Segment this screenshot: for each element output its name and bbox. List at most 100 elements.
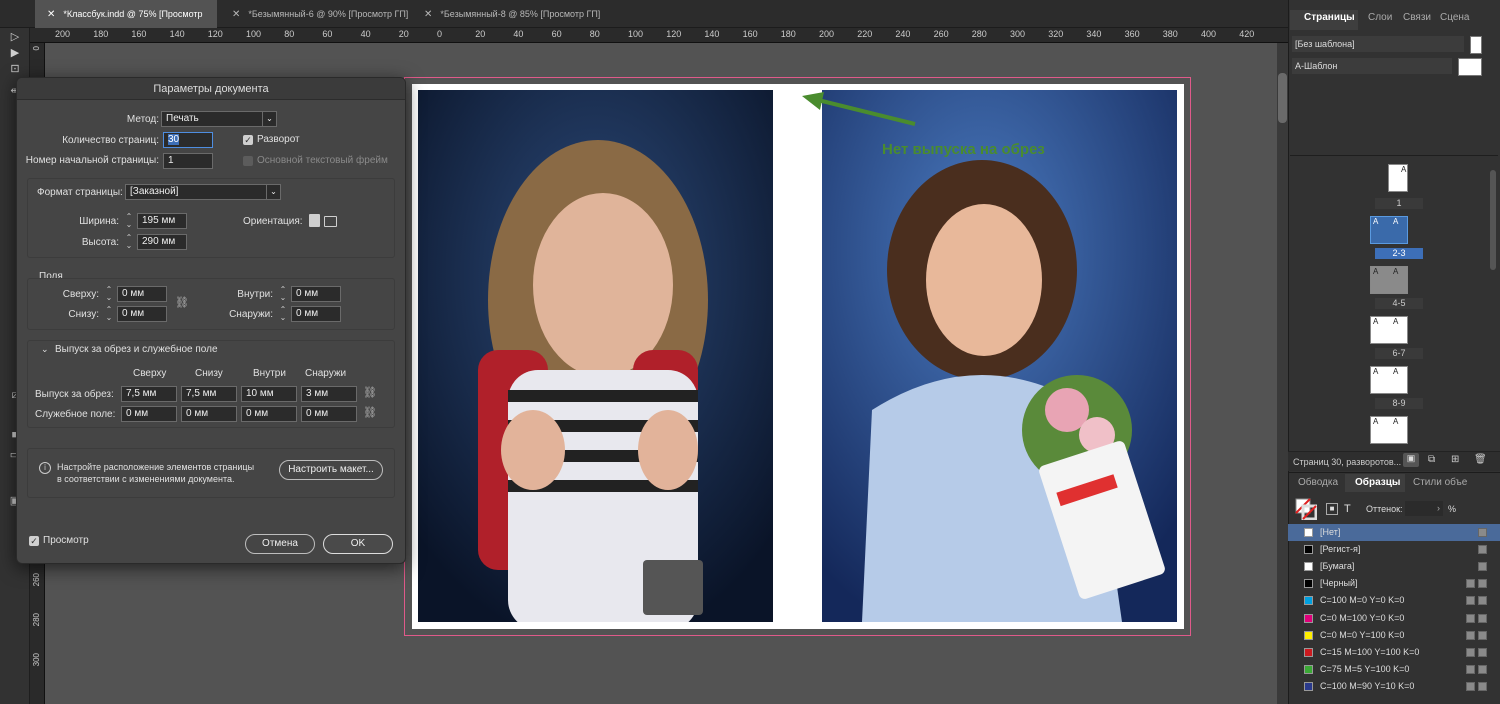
- height-input[interactable]: 290 мм: [137, 234, 187, 250]
- margin-inside-stepper[interactable]: ⌃ ⌄: [277, 286, 289, 302]
- tab-stage[interactable]: Сцена: [1440, 12, 1469, 23]
- horizontal-ruler[interactable]: 200 180 160 140 120 100 80 60 40 20 0 20 40 60 80 100 12…: [30, 28, 1288, 43]
- page-thumb-6-7[interactable]: AA: [1370, 316, 1408, 344]
- swatch-row[interactable]: [Черный]: [1288, 575, 1500, 592]
- page-size-dropdown[interactable]: [Заказной] ⌄: [125, 184, 281, 200]
- tab-stroke[interactable]: Обводка: [1298, 477, 1338, 488]
- scroll-thumb[interactable]: [1278, 73, 1287, 123]
- tab-label: *Безымянный-6 @ 90% [Просмотр ГП]: [248, 9, 409, 19]
- edit-page-size-icon[interactable]: ⧉: [1428, 454, 1435, 465]
- slug-bottom-input[interactable]: 0 мм: [181, 406, 237, 422]
- cancel-button[interactable]: Отмена: [245, 534, 315, 554]
- link-slug-icon[interactable]: ⛓: [363, 406, 377, 419]
- margin-outside-input[interactable]: 0 мм: [291, 306, 341, 322]
- page-label-6-7: 6-7: [1375, 348, 1423, 359]
- start-page-input[interactable]: 1: [163, 153, 213, 169]
- swatch-row[interactable]: C=100 M=90 Y=10 K=0: [1288, 678, 1500, 695]
- bleed-guide: [404, 77, 1191, 636]
- container-icon[interactable]: ■: [1326, 503, 1338, 515]
- landscape-icon[interactable]: [324, 216, 337, 227]
- margin-bottom-stepper[interactable]: ⌃ ⌄: [103, 306, 115, 322]
- vertical-scrollbar[interactable]: [1277, 43, 1288, 704]
- master-none[interactable]: [Без шаблона]: [1292, 36, 1464, 52]
- swatch-row[interactable]: C=0 M=0 Y=100 K=0: [1288, 627, 1500, 644]
- width-input[interactable]: 195 мм: [137, 213, 187, 229]
- bleed-top-input[interactable]: 7,5 мм: [121, 386, 177, 402]
- bleed-outside-input[interactable]: 3 мм: [301, 386, 357, 402]
- swatch-row[interactable]: C=75 M=5 Y=100 K=0: [1288, 661, 1500, 678]
- pages-count-input[interactable]: 30: [163, 132, 213, 148]
- preview-checkbox[interactable]: ✓: [29, 536, 39, 546]
- page-size-value: [Заказной]: [130, 186, 179, 197]
- selection-tool-icon[interactable]: ▷: [8, 30, 22, 44]
- ok-button[interactable]: OK: [323, 534, 393, 554]
- method-dropdown[interactable]: Печать ⌄: [161, 111, 277, 127]
- slug-outside-input[interactable]: 0 мм: [301, 406, 357, 422]
- page-thumb-10-11[interactable]: AA: [1370, 416, 1408, 444]
- page-thumb-1[interactable]: A: [1388, 164, 1408, 192]
- tab-untitled-6[interactable]: ✕ *Безымянный-6 @ 90% [Просмотр ГП]: [220, 0, 410, 28]
- trash-icon[interactable]: 🗑: [1474, 454, 1487, 465]
- tab-object-styles[interactable]: Стили объе: [1413, 477, 1467, 488]
- text-icon[interactable]: T: [1344, 503, 1351, 515]
- ruler-tick-label: 260: [933, 29, 949, 39]
- color-mode-icon: [1466, 579, 1475, 589]
- tint-input[interactable]: ›: [1405, 501, 1443, 516]
- width-stepper[interactable]: ⌃ ⌄: [123, 213, 135, 229]
- margin-top-input[interactable]: 0 мм: [117, 286, 167, 302]
- direct-selection-tool-icon[interactable]: ▶: [8, 46, 22, 60]
- chevron-down-icon[interactable]: ⌄: [41, 344, 49, 355]
- ruler-tick-label: 380: [1162, 29, 1178, 39]
- close-icon[interactable]: ✕: [424, 9, 432, 20]
- pages-scrollbar[interactable]: [1490, 170, 1496, 270]
- margin-inside-input[interactable]: 0 мм: [291, 286, 341, 302]
- margin-outside-stepper[interactable]: ⌃ ⌄: [277, 306, 289, 322]
- bleed-inside-input[interactable]: 10 мм: [241, 386, 297, 402]
- tab-klassbuk[interactable]: ✕*Классбук.indd @ 75% [Просмотр ГП]: [35, 0, 217, 48]
- portrait-icon[interactable]: [309, 214, 320, 227]
- ruler-tick-label: 140: [169, 29, 185, 39]
- link-bleed-icon[interactable]: ⛓: [363, 386, 377, 399]
- margin-bottom-input[interactable]: 0 мм: [117, 306, 167, 322]
- tab-links[interactable]: Связи: [1403, 12, 1431, 23]
- slug-top-input[interactable]: 0 мм: [121, 406, 177, 422]
- tab-swatches[interactable]: Образцы: [1355, 477, 1400, 488]
- adjust-layout-button[interactable]: Настроить макет...: [279, 460, 383, 480]
- tab-layers[interactable]: Слои: [1368, 12, 1392, 23]
- master-a-thumb[interactable]: [1458, 58, 1482, 76]
- new-page-icon[interactable]: ⊞: [1451, 454, 1459, 465]
- primary-frame-checkbox[interactable]: [243, 156, 253, 166]
- ruler-tick-label: 300: [32, 653, 41, 667]
- link-margins-icon[interactable]: ⛓: [175, 296, 189, 309]
- fill-stroke-swatch-icon[interactable]: [1295, 498, 1318, 521]
- page-thumb-4-5[interactable]: AA: [1370, 266, 1408, 294]
- master-a[interactable]: А-Шаблон: [1292, 58, 1452, 74]
- page-thumb-2-3[interactable]: AA: [1370, 216, 1408, 244]
- height-stepper[interactable]: ⌃ ⌄: [123, 234, 135, 250]
- close-icon[interactable]: ✕: [47, 9, 55, 20]
- margin-top-stepper[interactable]: ⌃ ⌄: [103, 286, 115, 302]
- swatch-row[interactable]: [Регист-я]: [1288, 541, 1500, 558]
- method-value: Печать: [166, 113, 199, 124]
- ruler-tick-label: 40: [513, 29, 524, 39]
- pages-count-value: 30: [168, 134, 180, 145]
- info-text-line1: Настройте расположение элементов страниц…: [57, 462, 255, 472]
- swatch-row[interactable]: [Нет]: [1288, 524, 1500, 541]
- page-size-icon[interactable]: ▣: [1403, 453, 1419, 467]
- tab-pages[interactable]: Страницы: [1304, 12, 1355, 23]
- page-tool-icon[interactable]: ⊡: [8, 62, 22, 76]
- master-none-thumb[interactable]: [1470, 36, 1482, 54]
- close-icon[interactable]: ✕: [232, 9, 240, 20]
- swatch-row[interactable]: [Бумага]: [1288, 558, 1500, 575]
- tab-untitled-8[interactable]: ✕ *Безымянный-8 @ 85% [Просмотр ГП]: [412, 0, 602, 28]
- swatch-row[interactable]: C=15 M=100 Y=100 K=0: [1288, 644, 1500, 661]
- swatch-name: [Бумага]: [1320, 561, 1355, 572]
- spread-checkbox[interactable]: ✓: [243, 135, 253, 145]
- page-thumb-8-9[interactable]: AA: [1370, 366, 1408, 394]
- document-tab-bar: ✕*Классбук.indd @ 75% [Просмотр ГП] ✕ *Бе…: [0, 0, 1288, 48]
- bleed-bottom-input[interactable]: 7,5 мм: [181, 386, 237, 402]
- swatch-name: [Черный]: [1320, 578, 1358, 589]
- swatch-row[interactable]: C=0 M=100 Y=0 K=0: [1288, 610, 1500, 627]
- slug-inside-input[interactable]: 0 мм: [241, 406, 297, 422]
- swatch-row[interactable]: C=100 M=0 Y=0 K=0: [1288, 592, 1500, 609]
